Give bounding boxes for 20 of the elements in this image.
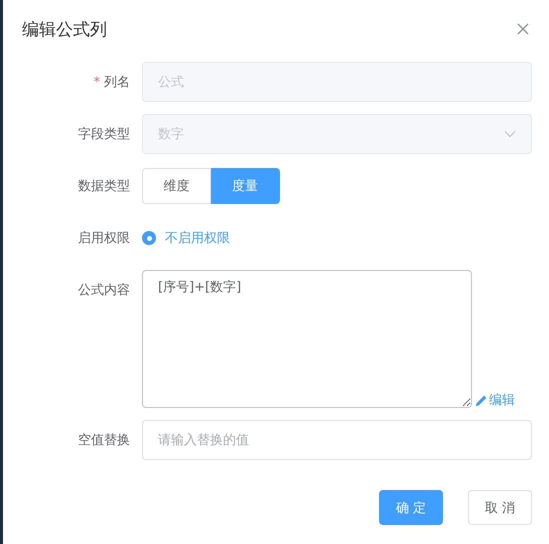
required-mark: * — [94, 74, 100, 90]
text-field[interactable]: 请输入替换的值 — [142, 420, 532, 460]
field-label: 字段类型 — [78, 126, 130, 143]
cancel-button[interactable]: 取 消 — [468, 490, 532, 525]
field-label: 启用权限 — [78, 230, 130, 247]
radio-label[interactable]: 不启用权限 — [165, 229, 230, 247]
pencil-icon[interactable] — [475, 394, 488, 406]
field-label: 公式内容 — [78, 282, 130, 299]
field-label: 列名 — [104, 74, 130, 91]
confirm-button[interactable]: 确 定 — [379, 490, 443, 525]
field-label: 数据类型 — [78, 178, 130, 195]
segment-button[interactable]: 度量 — [211, 168, 280, 204]
dialog-title: 编辑公式列 — [22, 18, 107, 40]
radio-button[interactable] — [142, 231, 156, 245]
segment-button[interactable]: 维度 — [142, 168, 211, 204]
formula-textarea[interactable]: [序号]+[数字] — [142, 270, 472, 408]
edit-link[interactable]: 编辑 — [489, 391, 515, 409]
field-label: 空值替换 — [78, 432, 130, 449]
chevron-down-icon — [504, 130, 516, 138]
close-icon[interactable] — [517, 23, 529, 35]
